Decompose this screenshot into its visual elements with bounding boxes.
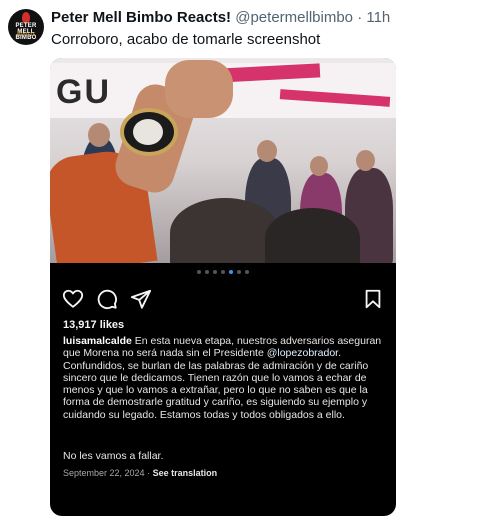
carousel-dot-active	[229, 270, 233, 274]
see-translation-link[interactable]: See translation	[153, 468, 218, 478]
carousel-dot	[213, 270, 217, 274]
carousel-dot	[205, 270, 209, 274]
likes-count[interactable]: 13,917 likes	[63, 319, 124, 331]
caption-username[interactable]: luisamalcalde	[63, 335, 132, 347]
author-name[interactable]: Peter Mell Bimbo Reacts!	[51, 9, 231, 26]
tweet-time[interactable]: 11h	[366, 9, 390, 26]
watch-icon	[120, 108, 178, 156]
author-handle[interactable]: @petermellbimbo	[235, 9, 353, 26]
heart-icon[interactable]	[62, 288, 84, 310]
comment-icon[interactable]	[96, 288, 118, 310]
tweet-header: Peter Mell Bimbo Reacts! @petermellbimbo…	[51, 9, 390, 27]
share-icon[interactable]	[130, 288, 152, 310]
avatar-logo-subtext: Reacts	[16, 30, 36, 38]
post-photo: GU	[50, 58, 396, 263]
avatar[interactable]: PETER MELL BIMBO Reacts	[8, 9, 44, 45]
post-meta: September 22, 2024 · See translation	[63, 468, 217, 478]
carousel-dot	[245, 270, 249, 274]
tweet-text: Corroboro, acabo de tomarle screenshot	[51, 31, 321, 48]
caption-mention[interactable]: @lopezobrador	[267, 347, 338, 359]
banner-text: GU	[56, 73, 111, 111]
post-date: September 22, 2024	[63, 468, 145, 478]
post-actions	[62, 288, 384, 310]
flame-logo-icon	[22, 12, 30, 23]
carousel-indicator	[50, 270, 396, 274]
attached-image-card[interactable]: GU 13,917 likes luisamalcalde En esta nu…	[50, 58, 396, 516]
caption-closing: No les vamos a fallar.	[63, 450, 164, 462]
carousel-dot	[237, 270, 241, 274]
header-separator: ·	[357, 9, 363, 26]
post-caption: luisamalcalde En esta nueva etapa, nuest…	[63, 335, 385, 421]
carousel-dot	[197, 270, 201, 274]
bookmark-icon[interactable]	[362, 288, 384, 310]
meta-separator: ·	[147, 468, 151, 478]
raised-fist	[165, 60, 233, 118]
carousel-dot	[221, 270, 225, 274]
